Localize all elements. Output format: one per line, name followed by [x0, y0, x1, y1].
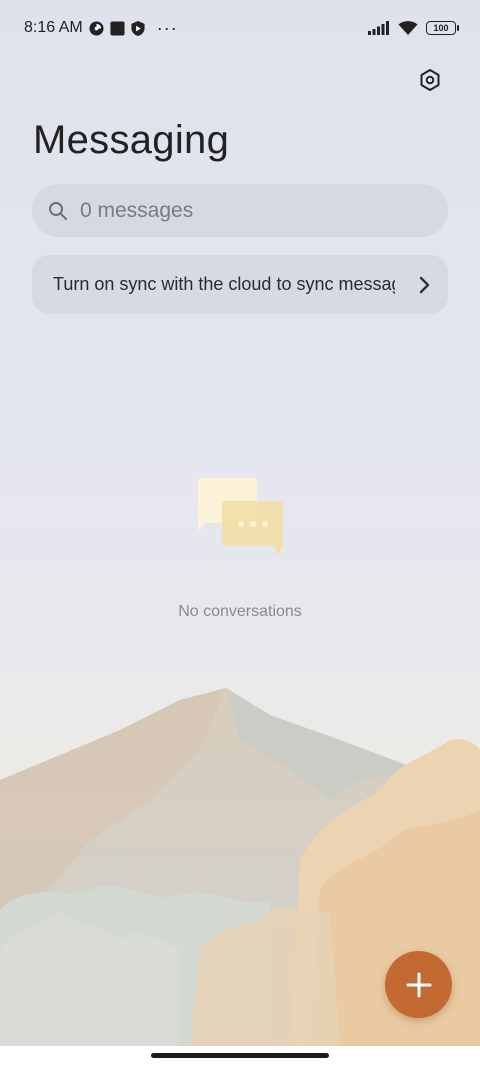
status-time: 8:16 AM — [24, 19, 83, 36]
status-bar: 8:16 AM ··· 100 — [0, 0, 480, 56]
search-box[interactable] — [32, 184, 448, 237]
signal-icon — [368, 21, 390, 35]
sync-banner[interactable]: Turn on sync with the cloud to sync mess… — [32, 255, 448, 314]
more-notifications-dots: ··· — [156, 17, 178, 38]
page-title: Messaging — [33, 118, 230, 162]
empty-state-text: No conversations — [178, 603, 302, 620]
settings-hex-icon — [420, 69, 440, 91]
square-notification-icon — [110, 20, 125, 36]
home-indicator[interactable] — [151, 1053, 329, 1058]
new-conversation-button[interactable] — [385, 951, 452, 1018]
battery-icon: 100 — [426, 21, 459, 35]
status-left: 8:16 AM ··· — [24, 18, 178, 39]
chevron-right-icon — [418, 276, 430, 294]
wifi-icon — [398, 20, 418, 36]
search-input[interactable] — [80, 198, 420, 223]
plus-icon — [406, 972, 431, 997]
shield-notification-icon — [131, 20, 145, 36]
status-right: 100 — [368, 20, 459, 36]
search-icon — [48, 201, 68, 221]
settings-button[interactable] — [412, 62, 448, 98]
pie-notification-icon — [89, 20, 104, 36]
sync-banner-text: Turn on sync with the cloud to sync mess… — [53, 274, 395, 294]
chat-bubbles-icon — [197, 478, 283, 556]
